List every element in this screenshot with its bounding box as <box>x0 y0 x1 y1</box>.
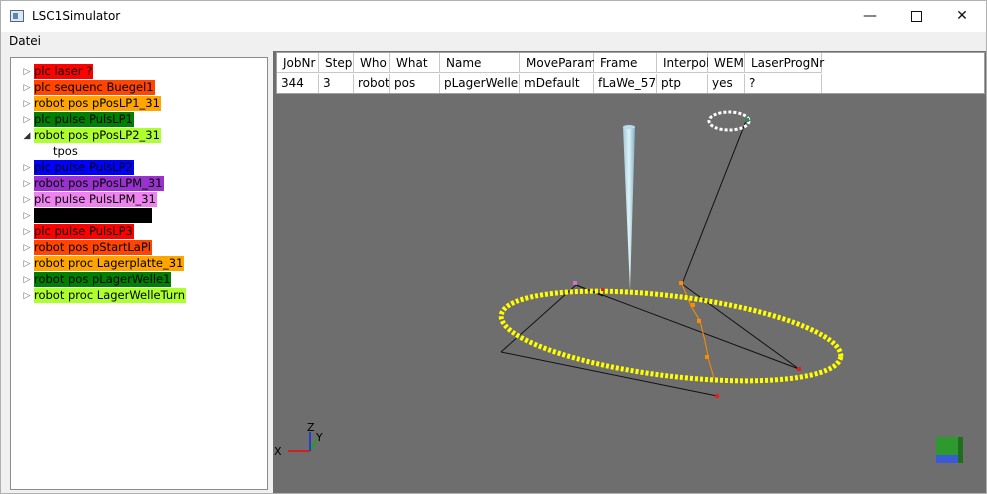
tree-child-item[interactable]: tpos <box>11 144 267 160</box>
tree-item-label[interactable] <box>34 208 152 223</box>
expand-arrow-icon[interactable]: ▷ <box>22 178 32 190</box>
column-header[interactable]: Interpol <box>657 53 709 73</box>
target-point <box>745 118 749 122</box>
tree-item-label[interactable]: robot pos pPosLP1_31 <box>34 96 161 111</box>
tree-item-label[interactable]: robot proc Lagerplatte_31 <box>34 256 185 271</box>
tree-item-label[interactable]: robot pos pPosLP2_31 <box>34 128 161 143</box>
app-icon <box>10 10 24 22</box>
table-cell[interactable]: pos <box>390 74 440 93</box>
collapse-arrow-icon[interactable]: ◢ <box>22 130 32 142</box>
table-cell[interactable]: 3 <box>319 74 354 93</box>
maximize-icon <box>910 10 922 22</box>
axis-label-y: Y <box>315 431 323 444</box>
column-header[interactable]: WEM <box>708 53 745 73</box>
tree-item[interactable]: ▷ robot pos pPosLP1_31 <box>11 96 267 112</box>
axis-label-x: X <box>274 445 282 458</box>
close-button[interactable]: ✕ <box>939 1 985 32</box>
expand-arrow-icon[interactable]: ▷ <box>22 98 32 110</box>
expand-arrow-icon[interactable]: ▷ <box>22 226 32 238</box>
frame-lines <box>500 120 800 397</box>
tree-item-label[interactable]: plc pulse PulsLP2 <box>34 160 134 175</box>
expand-arrow-icon[interactable]: ▷ <box>22 66 32 78</box>
tree-item-label[interactable]: robot proc LagerWelleTurn <box>34 288 186 303</box>
app-window: LSC1Simulator — ✕ Datei ▷ plc laser ? ▷ … <box>0 0 987 494</box>
column-header[interactable]: Who <box>354 53 390 73</box>
tree-item[interactable]: ▷ robot pos pPosLPM_31 <box>11 176 267 192</box>
table-cell[interactable]: pLagerWelle1 <box>440 74 520 93</box>
column-header[interactable]: Name <box>440 53 520 73</box>
column-header[interactable]: MoveParam <box>520 53 596 73</box>
tree-item-label[interactable]: plc sequenc Buegel1 <box>34 80 155 95</box>
expand-arrow-icon[interactable]: ▷ <box>22 290 32 302</box>
title-bar[interactable]: LSC1Simulator — ✕ <box>1 1 986 32</box>
expand-arrow-icon[interactable]: ▷ <box>22 194 32 206</box>
column-header[interactable]: What <box>390 53 440 73</box>
yellow-path <box>498 288 844 384</box>
expand-arrow-icon[interactable]: ▷ <box>22 210 32 222</box>
tree-item[interactable]: ▷ robot proc LagerWelleTurn <box>11 288 267 304</box>
expand-arrow-icon[interactable]: ▷ <box>22 274 32 286</box>
table-cell[interactable]: fLaWe_572 <box>594 74 657 93</box>
tree-item[interactable]: ▷ plc pulse PulsLPM_31 <box>11 192 267 208</box>
tree-item[interactable]: ▷ plc laser ? <box>11 64 267 80</box>
tree-item[interactable]: ▷ plc pulse PulsLP1 <box>11 112 267 128</box>
job-tree[interactable]: ▷ plc laser ? ▷ plc sequenc Buegel1 ▷ ro… <box>10 57 268 490</box>
tree-item[interactable]: ▷ <box>11 208 267 224</box>
column-header[interactable]: Step <box>319 53 354 73</box>
table-cell[interactable]: ptp <box>657 74 708 93</box>
tree-item[interactable]: ▷ plc sequenc Buegel1 <box>11 80 267 96</box>
menu-bar: Datei <box>1 32 986 50</box>
menu-item-datei[interactable]: Datei <box>9 34 41 48</box>
laser-cone <box>623 127 635 291</box>
tree-item-label[interactable]: plc pulse PulsLP1 <box>34 112 134 127</box>
axis-indicator <box>288 432 318 452</box>
view-cube-icon[interactable] <box>936 437 963 463</box>
expand-arrow-icon[interactable]: ▷ <box>22 82 32 94</box>
table-cell[interactable]: ? <box>745 74 822 93</box>
expand-arrow-icon[interactable]: ▷ <box>22 242 32 254</box>
window-title: LSC1Simulator <box>32 9 121 23</box>
table-cell[interactable]: mDefault <box>520 74 594 93</box>
tree-child-label[interactable]: tpos <box>53 144 78 159</box>
scene-svg: X Y Z <box>274 110 963 463</box>
maximize-button[interactable] <box>893 1 939 32</box>
tree-item[interactable]: ◢ robot pos pPosLP2_31 <box>11 128 267 144</box>
tree-item[interactable]: ▷ plc pulse PulsLP2 <box>11 160 267 176</box>
axis-label-z: Z <box>307 421 315 434</box>
magenta-point <box>573 281 577 285</box>
table-cell[interactable]: 344 <box>277 74 319 93</box>
minimize-button[interactable]: — <box>847 1 893 32</box>
laser-cone-top <box>623 125 635 129</box>
expand-arrow-icon[interactable]: ▷ <box>22 114 32 126</box>
column-header[interactable]: JobNr <box>277 53 319 73</box>
tree-item[interactable]: ▷ robot pos pLagerWelle1 <box>11 272 267 288</box>
tree-item-label[interactable]: plc pulse PulsLPM_31 <box>34 192 157 207</box>
table-cell[interactable]: robot <box>354 74 390 93</box>
3d-viewport[interactable]: X Y Z <box>273 51 986 493</box>
expand-arrow-icon[interactable]: ▷ <box>22 258 32 270</box>
tree-item-label[interactable]: plc laser ? <box>34 64 94 79</box>
table-cell[interactable]: yes <box>708 74 745 93</box>
tree-item[interactable]: ▷ plc pulse PulsLP3 <box>11 224 267 240</box>
tree-item-label[interactable]: robot pos pPosLPM_31 <box>34 176 164 191</box>
tree-item[interactable]: ▷ robot proc Lagerplatte_31 <box>11 256 267 272</box>
tree-item-label[interactable]: robot pos pStartLaPl <box>34 240 152 255</box>
column-header[interactable]: Frame <box>594 53 657 73</box>
tree-item-label[interactable]: robot pos pLagerWelle1 <box>34 272 172 287</box>
job-grid[interactable]: JobNr Step Who What Name MoveParam Frame… <box>276 52 985 94</box>
expand-arrow-icon[interactable]: ▷ <box>22 162 32 174</box>
tree-item-label[interactable]: plc pulse PulsLP3 <box>34 224 134 239</box>
column-header[interactable]: LaserProgNr <box>745 53 824 73</box>
tree-item[interactable]: ▷ robot pos pStartLaPl <box>11 240 267 256</box>
